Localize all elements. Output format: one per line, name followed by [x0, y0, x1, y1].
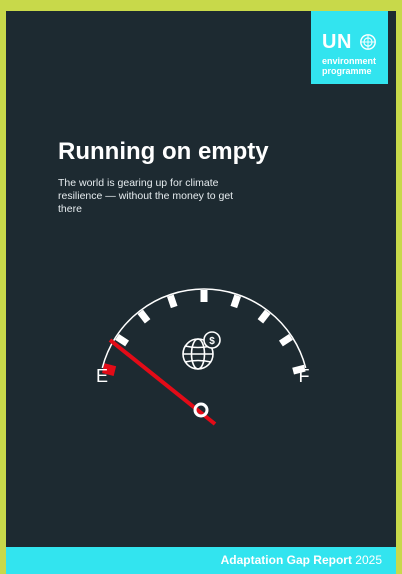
gauge-needle — [108, 338, 217, 426]
gauge-tick — [167, 294, 178, 309]
gauge-tick — [278, 333, 293, 347]
footer-year: 2025 — [355, 553, 382, 567]
logo-text: environment programme — [322, 56, 376, 76]
footer-report-title: Adaptation Gap Report 2025 — [221, 553, 382, 567]
logo-line-environment: environment — [322, 56, 377, 66]
unep-logo: UN environment programme — [311, 11, 388, 84]
gauge-tick — [115, 333, 130, 347]
cover-subtitle: The world is gearing up for climate resi… — [58, 177, 234, 215]
report-cover: UN environment programme Running on empt… — [0, 0, 402, 574]
gauge-empty-label: E — [96, 366, 108, 386]
cover-title: Running on empty — [58, 138, 269, 165]
logo-un-mark: UN — [322, 31, 352, 53]
footer-report-name: Adaptation Gap Report — [220, 553, 352, 567]
gauge-tick — [257, 309, 271, 324]
logo-line-programme: programme — [322, 66, 372, 76]
un-emblem-icon — [360, 34, 376, 50]
svg-text:$: $ — [209, 336, 215, 347]
fuel-gauge: $ E F — [96, 288, 310, 426]
footer-bar: Adaptation Gap Report 2025 — [6, 547, 396, 574]
gauge-full-label: F — [299, 366, 310, 386]
gauge-tick — [230, 294, 241, 309]
globe-dollar-icon: $ — [182, 331, 221, 370]
gauge-tick — [137, 309, 151, 324]
